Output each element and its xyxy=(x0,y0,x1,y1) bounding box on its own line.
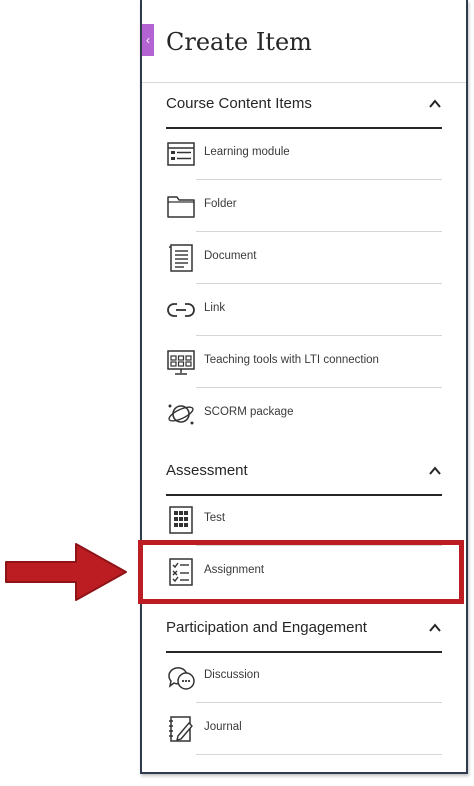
item-teaching-tools-lti[interactable]: Teaching tools with LTI connection xyxy=(166,336,442,388)
document-icon xyxy=(169,244,193,272)
item-test[interactable]: Test xyxy=(166,494,442,546)
learning-module-icon xyxy=(167,142,195,166)
item-folder[interactable]: Folder xyxy=(166,180,442,232)
item-label: Teaching tools with LTI connection xyxy=(204,354,379,366)
chevron-up-icon[interactable] xyxy=(428,464,442,478)
item-label: Assignment xyxy=(204,564,265,576)
item-document[interactable]: Document xyxy=(166,232,442,284)
section-title: Participation and Engagement xyxy=(166,619,367,636)
assignment-icon xyxy=(169,558,193,586)
item-label: Document xyxy=(204,250,257,262)
section-title: Course Content Items xyxy=(166,95,312,112)
item-assignment[interactable]: Assignment xyxy=(166,546,442,598)
item-link[interactable]: Link xyxy=(166,284,442,336)
item-label: Test xyxy=(204,512,226,524)
discussion-icon xyxy=(168,667,195,690)
panel-title: Create Item xyxy=(166,28,312,56)
scorm-package-icon xyxy=(168,404,194,425)
item-label: SCORM package xyxy=(204,406,294,418)
item-label: Folder xyxy=(204,198,237,210)
chevron-up-icon[interactable] xyxy=(428,97,442,111)
section-header-assessment[interactable]: Assessment xyxy=(166,450,442,496)
item-divider xyxy=(196,754,442,755)
section-header-participation-engagement[interactable]: Participation and Engagement xyxy=(166,607,442,653)
collapse-panel-tab[interactable]: ‹ xyxy=(142,24,154,56)
item-label: Journal xyxy=(204,721,242,733)
link-icon xyxy=(167,303,195,317)
item-scorm-package[interactable]: SCORM package xyxy=(166,388,442,440)
folder-icon xyxy=(167,196,195,218)
section-title: Assessment xyxy=(166,462,248,479)
create-item-panel: ‹ Create Item Course Content Items Learn… xyxy=(140,0,468,774)
item-label: Link xyxy=(204,302,226,314)
item-journal[interactable]: Journal xyxy=(166,703,442,755)
item-label: Learning module xyxy=(204,146,290,158)
section-header-course-content-items[interactable]: Course Content Items xyxy=(166,83,442,129)
test-icon xyxy=(169,506,193,534)
lti-tools-icon xyxy=(167,350,195,375)
item-label: Discussion xyxy=(204,669,260,681)
chevron-up-icon[interactable] xyxy=(428,621,442,635)
journal-icon xyxy=(169,716,193,742)
callout-arrow xyxy=(5,543,127,601)
item-discussion[interactable]: Discussion xyxy=(166,651,442,703)
item-learning-module[interactable]: Learning module xyxy=(166,128,442,180)
